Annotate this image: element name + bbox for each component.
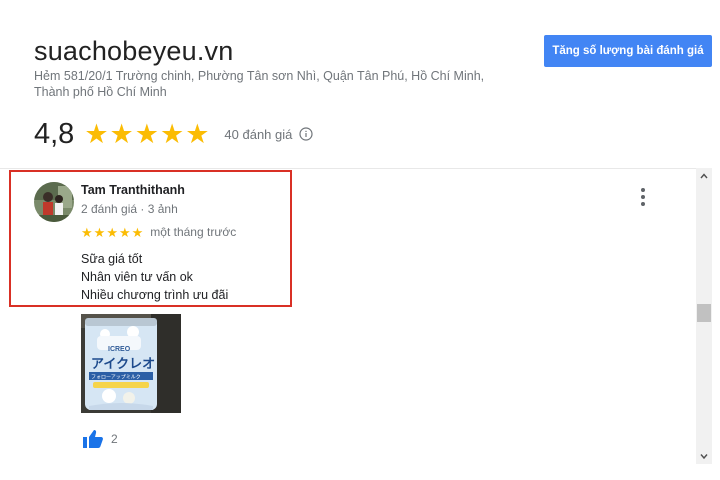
rating-summary: 4,8 ★ ★ ★ ★ ★ 40 đánh giá <box>34 116 313 152</box>
star-icon: ★ <box>185 118 210 149</box>
review-list-scrollbar[interactable] <box>696 168 712 464</box>
business-address: Hẻm 581/20/1 Trường chinh, Phường Tân sơ… <box>34 68 534 100</box>
star-icon: ★ <box>109 118 134 149</box>
rating-value: 4,8 <box>34 117 75 150</box>
review-photo[interactable]: ICREO アイクレオ フォローアップミルク <box>81 314 181 413</box>
like-row: 2 <box>81 427 118 451</box>
star-icon: ★ <box>106 224 118 240</box>
star-icon: ★ <box>81 224 93 240</box>
review-text-line: Nhiều chương trình ưu đãi <box>81 288 229 302</box>
rating-stars: ★ ★ ★ ★ ★ <box>84 118 210 149</box>
like-count: 2 <box>111 432 118 446</box>
review-text: Sữa giá tốt Nhân viên tư vấn ok Nhiều ch… <box>81 250 228 304</box>
photo-product-text: アイクレオ <box>91 357 155 372</box>
review-count: 40 đánh giá <box>224 126 293 142</box>
chevron-up-icon[interactable] <box>696 168 712 184</box>
star-icon: ★ <box>84 118 109 149</box>
scroll-thumb[interactable] <box>697 304 711 322</box>
info-icon[interactable] <box>298 127 313 142</box>
review-time: một tháng trước <box>150 225 237 239</box>
star-icon: ★ <box>118 224 131 240</box>
photo-subtitle-text: フォローアップミルク <box>91 375 141 381</box>
review-text-line: Nhân viên tư vấn ok <box>81 270 193 284</box>
star-icon: ★ <box>159 118 185 149</box>
review-stars: ★ ★ ★ ★ ★ <box>81 226 144 239</box>
review-text-line: Sữa giá tốt <box>81 252 143 266</box>
reviewer-name[interactable]: Tam Tranthithanh <box>81 183 185 197</box>
business-name: suachobeyeu.vn <box>34 36 234 66</box>
more-vert-icon[interactable] <box>635 187 651 207</box>
review-rating: ★ ★ ★ ★ ★ một tháng trước <box>81 225 236 239</box>
star-icon: ★ <box>93 224 106 240</box>
reviewer-avatar[interactable] <box>34 182 74 222</box>
thumbs-up-icon[interactable] <box>81 427 105 451</box>
star-icon: ★ <box>131 224 144 240</box>
photo-brand-text: ICREO <box>108 346 131 353</box>
chevron-down-icon[interactable] <box>696 448 712 464</box>
address-line-2: Thành phố Hồ Chí Minh <box>34 85 167 99</box>
address-line-1: Hẻm 581/20/1 Trường chinh, Phường Tân sơ… <box>34 69 485 83</box>
reviewer-meta: 2 đánh giá · 3 ảnh <box>81 202 178 216</box>
increase-reviews-button[interactable]: Tăng số lượng bài đánh giá <box>544 35 712 67</box>
star-icon: ★ <box>134 118 159 149</box>
section-divider <box>0 168 696 169</box>
